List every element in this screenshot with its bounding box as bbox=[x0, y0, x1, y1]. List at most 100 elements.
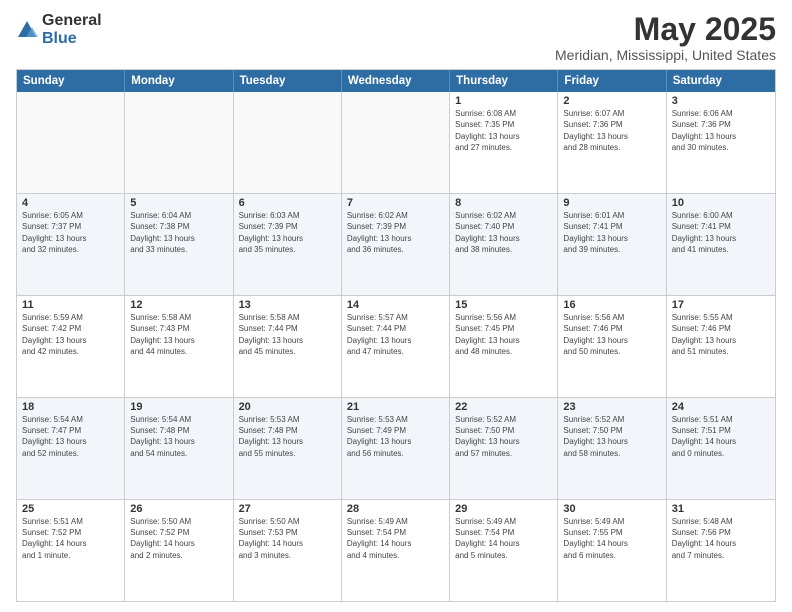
day-info: Sunrise: 5:51 AM Sunset: 7:51 PM Dayligh… bbox=[672, 414, 770, 459]
day-info: Sunrise: 5:58 AM Sunset: 7:44 PM Dayligh… bbox=[239, 312, 336, 357]
calendar-cell: 31Sunrise: 5:48 AM Sunset: 7:56 PM Dayli… bbox=[667, 500, 775, 601]
calendar-cell: 5Sunrise: 6:04 AM Sunset: 7:38 PM Daylig… bbox=[125, 194, 233, 295]
day-number: 10 bbox=[672, 197, 770, 209]
day-number: 2 bbox=[563, 95, 660, 107]
cal-header-cell: Thursday bbox=[450, 70, 558, 92]
day-info: Sunrise: 5:58 AM Sunset: 7:43 PM Dayligh… bbox=[130, 312, 227, 357]
calendar-week: 25Sunrise: 5:51 AM Sunset: 7:52 PM Dayli… bbox=[17, 500, 775, 601]
day-info: Sunrise: 6:04 AM Sunset: 7:38 PM Dayligh… bbox=[130, 210, 227, 255]
calendar-cell: 21Sunrise: 5:53 AM Sunset: 7:49 PM Dayli… bbox=[342, 398, 450, 499]
calendar-cell: 1Sunrise: 6:08 AM Sunset: 7:35 PM Daylig… bbox=[450, 92, 558, 193]
day-number: 21 bbox=[347, 401, 444, 413]
day-info: Sunrise: 5:54 AM Sunset: 7:47 PM Dayligh… bbox=[22, 414, 119, 459]
day-number: 27 bbox=[239, 503, 336, 515]
day-number: 23 bbox=[563, 401, 660, 413]
calendar-cell: 6Sunrise: 6:03 AM Sunset: 7:39 PM Daylig… bbox=[234, 194, 342, 295]
day-number: 12 bbox=[130, 299, 227, 311]
day-number: 8 bbox=[455, 197, 552, 209]
calendar-cell: 2Sunrise: 6:07 AM Sunset: 7:36 PM Daylig… bbox=[558, 92, 666, 193]
calendar-cell: 16Sunrise: 5:56 AM Sunset: 7:46 PM Dayli… bbox=[558, 296, 666, 397]
day-info: Sunrise: 6:02 AM Sunset: 7:40 PM Dayligh… bbox=[455, 210, 552, 255]
day-number: 4 bbox=[22, 197, 119, 209]
logo-text: General Blue bbox=[42, 12, 102, 47]
day-number: 5 bbox=[130, 197, 227, 209]
day-number: 16 bbox=[563, 299, 660, 311]
cal-header-cell: Saturday bbox=[667, 70, 775, 92]
day-number: 6 bbox=[239, 197, 336, 209]
calendar-cell: 27Sunrise: 5:50 AM Sunset: 7:53 PM Dayli… bbox=[234, 500, 342, 601]
day-number: 19 bbox=[130, 401, 227, 413]
calendar-cell: 17Sunrise: 5:55 AM Sunset: 7:46 PM Dayli… bbox=[667, 296, 775, 397]
calendar-cell: 28Sunrise: 5:49 AM Sunset: 7:54 PM Dayli… bbox=[342, 500, 450, 601]
cal-header-cell: Tuesday bbox=[234, 70, 342, 92]
day-number: 1 bbox=[455, 95, 552, 107]
calendar-cell: 13Sunrise: 5:58 AM Sunset: 7:44 PM Dayli… bbox=[234, 296, 342, 397]
calendar-cell: 10Sunrise: 6:00 AM Sunset: 7:41 PM Dayli… bbox=[667, 194, 775, 295]
cal-header-cell: Monday bbox=[125, 70, 233, 92]
calendar-cell bbox=[342, 92, 450, 193]
calendar-week: 18Sunrise: 5:54 AM Sunset: 7:47 PM Dayli… bbox=[17, 398, 775, 500]
day-number: 15 bbox=[455, 299, 552, 311]
day-info: Sunrise: 6:06 AM Sunset: 7:36 PM Dayligh… bbox=[672, 108, 770, 153]
calendar-cell: 14Sunrise: 5:57 AM Sunset: 7:44 PM Dayli… bbox=[342, 296, 450, 397]
cal-header-cell: Friday bbox=[558, 70, 666, 92]
main-title: May 2025 bbox=[555, 12, 776, 47]
logo-general: General bbox=[42, 12, 102, 30]
calendar-cell: 22Sunrise: 5:52 AM Sunset: 7:50 PM Dayli… bbox=[450, 398, 558, 499]
page: General Blue May 2025 Meridian, Mississi… bbox=[0, 0, 792, 612]
day-info: Sunrise: 6:00 AM Sunset: 7:41 PM Dayligh… bbox=[672, 210, 770, 255]
calendar-cell bbox=[125, 92, 233, 193]
calendar-body: 1Sunrise: 6:08 AM Sunset: 7:35 PM Daylig… bbox=[17, 92, 775, 601]
day-info: Sunrise: 5:52 AM Sunset: 7:50 PM Dayligh… bbox=[563, 414, 660, 459]
day-info: Sunrise: 5:55 AM Sunset: 7:46 PM Dayligh… bbox=[672, 312, 770, 357]
title-block: May 2025 Meridian, Mississippi, United S… bbox=[555, 12, 776, 63]
calendar-cell: 30Sunrise: 5:49 AM Sunset: 7:55 PM Dayli… bbox=[558, 500, 666, 601]
calendar-cell bbox=[234, 92, 342, 193]
calendar-cell: 4Sunrise: 6:05 AM Sunset: 7:37 PM Daylig… bbox=[17, 194, 125, 295]
day-number: 25 bbox=[22, 503, 119, 515]
calendar-cell: 26Sunrise: 5:50 AM Sunset: 7:52 PM Dayli… bbox=[125, 500, 233, 601]
day-number: 17 bbox=[672, 299, 770, 311]
day-info: Sunrise: 5:57 AM Sunset: 7:44 PM Dayligh… bbox=[347, 312, 444, 357]
day-info: Sunrise: 6:05 AM Sunset: 7:37 PM Dayligh… bbox=[22, 210, 119, 255]
calendar-cell: 20Sunrise: 5:53 AM Sunset: 7:48 PM Dayli… bbox=[234, 398, 342, 499]
header: General Blue May 2025 Meridian, Mississi… bbox=[16, 12, 776, 63]
calendar-cell: 19Sunrise: 5:54 AM Sunset: 7:48 PM Dayli… bbox=[125, 398, 233, 499]
calendar-cell: 18Sunrise: 5:54 AM Sunset: 7:47 PM Dayli… bbox=[17, 398, 125, 499]
day-number: 3 bbox=[672, 95, 770, 107]
day-info: Sunrise: 5:52 AM Sunset: 7:50 PM Dayligh… bbox=[455, 414, 552, 459]
day-info: Sunrise: 5:53 AM Sunset: 7:49 PM Dayligh… bbox=[347, 414, 444, 459]
day-info: Sunrise: 5:50 AM Sunset: 7:52 PM Dayligh… bbox=[130, 516, 227, 561]
day-number: 20 bbox=[239, 401, 336, 413]
calendar-week: 11Sunrise: 5:59 AM Sunset: 7:42 PM Dayli… bbox=[17, 296, 775, 398]
day-info: Sunrise: 5:56 AM Sunset: 7:46 PM Dayligh… bbox=[563, 312, 660, 357]
calendar-cell: 11Sunrise: 5:59 AM Sunset: 7:42 PM Dayli… bbox=[17, 296, 125, 397]
calendar-week: 4Sunrise: 6:05 AM Sunset: 7:37 PM Daylig… bbox=[17, 194, 775, 296]
day-info: Sunrise: 5:49 AM Sunset: 7:54 PM Dayligh… bbox=[455, 516, 552, 561]
day-number: 18 bbox=[22, 401, 119, 413]
day-info: Sunrise: 6:01 AM Sunset: 7:41 PM Dayligh… bbox=[563, 210, 660, 255]
day-info: Sunrise: 5:49 AM Sunset: 7:54 PM Dayligh… bbox=[347, 516, 444, 561]
day-number: 30 bbox=[563, 503, 660, 515]
logo: General Blue bbox=[16, 12, 102, 47]
logo-icon bbox=[16, 19, 38, 41]
calendar-header: SundayMondayTuesdayWednesdayThursdayFrid… bbox=[17, 70, 775, 92]
day-number: 29 bbox=[455, 503, 552, 515]
calendar-cell: 7Sunrise: 6:02 AM Sunset: 7:39 PM Daylig… bbox=[342, 194, 450, 295]
cal-header-cell: Wednesday bbox=[342, 70, 450, 92]
calendar-cell: 29Sunrise: 5:49 AM Sunset: 7:54 PM Dayli… bbox=[450, 500, 558, 601]
calendar-week: 1Sunrise: 6:08 AM Sunset: 7:35 PM Daylig… bbox=[17, 92, 775, 194]
day-number: 22 bbox=[455, 401, 552, 413]
day-info: Sunrise: 6:08 AM Sunset: 7:35 PM Dayligh… bbox=[455, 108, 552, 153]
day-number: 9 bbox=[563, 197, 660, 209]
day-number: 13 bbox=[239, 299, 336, 311]
calendar-cell: 24Sunrise: 5:51 AM Sunset: 7:51 PM Dayli… bbox=[667, 398, 775, 499]
logo-blue: Blue bbox=[42, 30, 102, 48]
cal-header-cell: Sunday bbox=[17, 70, 125, 92]
subtitle: Meridian, Mississippi, United States bbox=[555, 47, 776, 63]
day-info: Sunrise: 5:56 AM Sunset: 7:45 PM Dayligh… bbox=[455, 312, 552, 357]
day-info: Sunrise: 5:54 AM Sunset: 7:48 PM Dayligh… bbox=[130, 414, 227, 459]
day-info: Sunrise: 5:49 AM Sunset: 7:55 PM Dayligh… bbox=[563, 516, 660, 561]
calendar-cell: 12Sunrise: 5:58 AM Sunset: 7:43 PM Dayli… bbox=[125, 296, 233, 397]
day-number: 14 bbox=[347, 299, 444, 311]
